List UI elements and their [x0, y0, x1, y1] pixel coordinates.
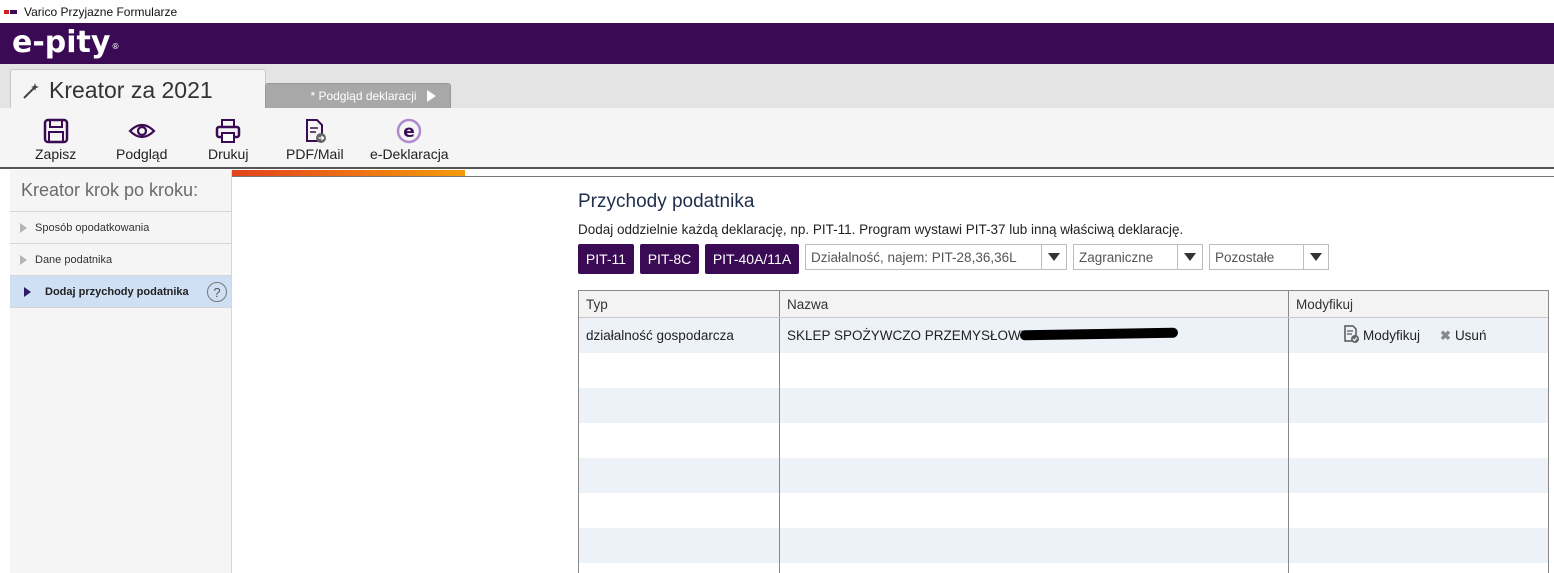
triangle-right-icon [24, 286, 31, 297]
foreign-select[interactable]: Zagraniczne [1073, 244, 1203, 270]
e-declaration-button[interactable]: e e-Deklaracja [370, 118, 449, 162]
cell-type: działalność gospodarcza [579, 318, 780, 353]
table-row-empty [579, 528, 1548, 563]
play-icon [426, 90, 436, 102]
preview-button[interactable]: Podgląd [116, 118, 167, 162]
table-row-empty [579, 353, 1548, 388]
help-icon[interactable]: ? [207, 282, 227, 302]
wizard-progress-bar [232, 170, 1554, 177]
magic-wand-icon [21, 81, 41, 101]
table-row[interactable]: działalność gospodarcza SKLEP SPOŻYWCZO … [579, 318, 1548, 353]
tab-preview-label: * Podgląd deklaracji [310, 89, 417, 103]
pdf-mail-button[interactable]: PDF/Mail [286, 118, 344, 162]
other-select[interactable]: Pozostałe [1209, 244, 1329, 270]
wizard-sidebar: Kreator krok po kroku: Sposób opodatkowa… [10, 170, 232, 573]
eye-icon [128, 118, 156, 144]
sidebar-item-add-income[interactable]: Dodaj przychody podatnika ? [10, 276, 231, 308]
delete-button[interactable]: ✖ Usuń [1440, 328, 1486, 344]
save-button[interactable]: Zapisz [35, 118, 76, 162]
cell-actions: Modyfikuj ✖ Usuń [1289, 318, 1548, 353]
chevron-down-icon [1041, 245, 1066, 269]
printer-icon [214, 118, 242, 144]
close-icon: ✖ [1440, 327, 1451, 343]
column-header-name[interactable]: Nazwa [780, 291, 1289, 317]
table-row-empty [579, 563, 1548, 573]
window-title: Varico Przyjazne Formularze [24, 4, 178, 19]
svg-text:e: e [404, 122, 416, 142]
floppy-disk-icon [42, 118, 70, 144]
redaction-mark [1019, 327, 1179, 341]
chevron-down-icon [1177, 245, 1202, 269]
sidebar-heading: Kreator krok po kroku: [10, 170, 231, 212]
pit40a-button[interactable]: PIT-40A/11A [705, 244, 799, 274]
print-button[interactable]: Drukuj [208, 118, 248, 162]
window-titlebar: Varico Przyjazne Formularze [0, 0, 1554, 23]
table-row-empty [579, 493, 1548, 528]
edit-document-icon [1343, 325, 1359, 346]
triangle-right-icon [20, 254, 27, 265]
income-table: Typ Nazwa Modyfikuj działalność gospodar… [578, 290, 1549, 573]
progress-fill [232, 170, 465, 176]
tab-wizard-label: Kreator za 2021 [49, 77, 213, 103]
page-title: Przychody podatnika [578, 191, 755, 212]
brand-bar: e-pity® [0, 23, 1554, 64]
e-declaration-icon: e [395, 118, 423, 144]
table-row-empty [579, 423, 1548, 458]
toolbar: Zapisz Podgląd Drukuj PDF/Mail e e-Dekla… [0, 108, 1554, 169]
cell-name: SKLEP SPOŻYWCZO PRZEMYSŁOWY [780, 318, 1289, 353]
table-row-empty [579, 388, 1548, 423]
chevron-down-icon [1303, 245, 1328, 269]
document-mail-icon [301, 118, 329, 144]
page-description: Dodaj oddzielnie każdą deklarację, np. P… [578, 222, 1184, 237]
column-header-type[interactable]: Typ [579, 291, 780, 317]
table-row-empty [579, 458, 1548, 493]
pit11-button[interactable]: PIT-11 [578, 244, 634, 274]
epity-logo: e-pity® [12, 25, 120, 60]
business-rental-select[interactable]: Działalność, najem: PIT-28,36,36L [805, 244, 1067, 270]
triangle-right-icon [20, 222, 27, 233]
column-header-modify[interactable]: Modyfikuj [1289, 291, 1548, 317]
pit8c-button[interactable]: PIT-8C [640, 244, 699, 274]
table-header: Typ Nazwa Modyfikuj [579, 291, 1548, 318]
modify-button[interactable]: Modyfikuj [1343, 325, 1420, 346]
tab-declaration-preview[interactable]: * Podgląd deklaracji [265, 83, 451, 108]
sidebar-item-taxation-method[interactable]: Sposób opodatkowania [10, 212, 231, 244]
sidebar-item-taxpayer-data[interactable]: Dane podatnika [10, 244, 231, 276]
tab-wizard[interactable]: Kreator za 2021 [10, 69, 266, 111]
app-icon [4, 7, 18, 17]
